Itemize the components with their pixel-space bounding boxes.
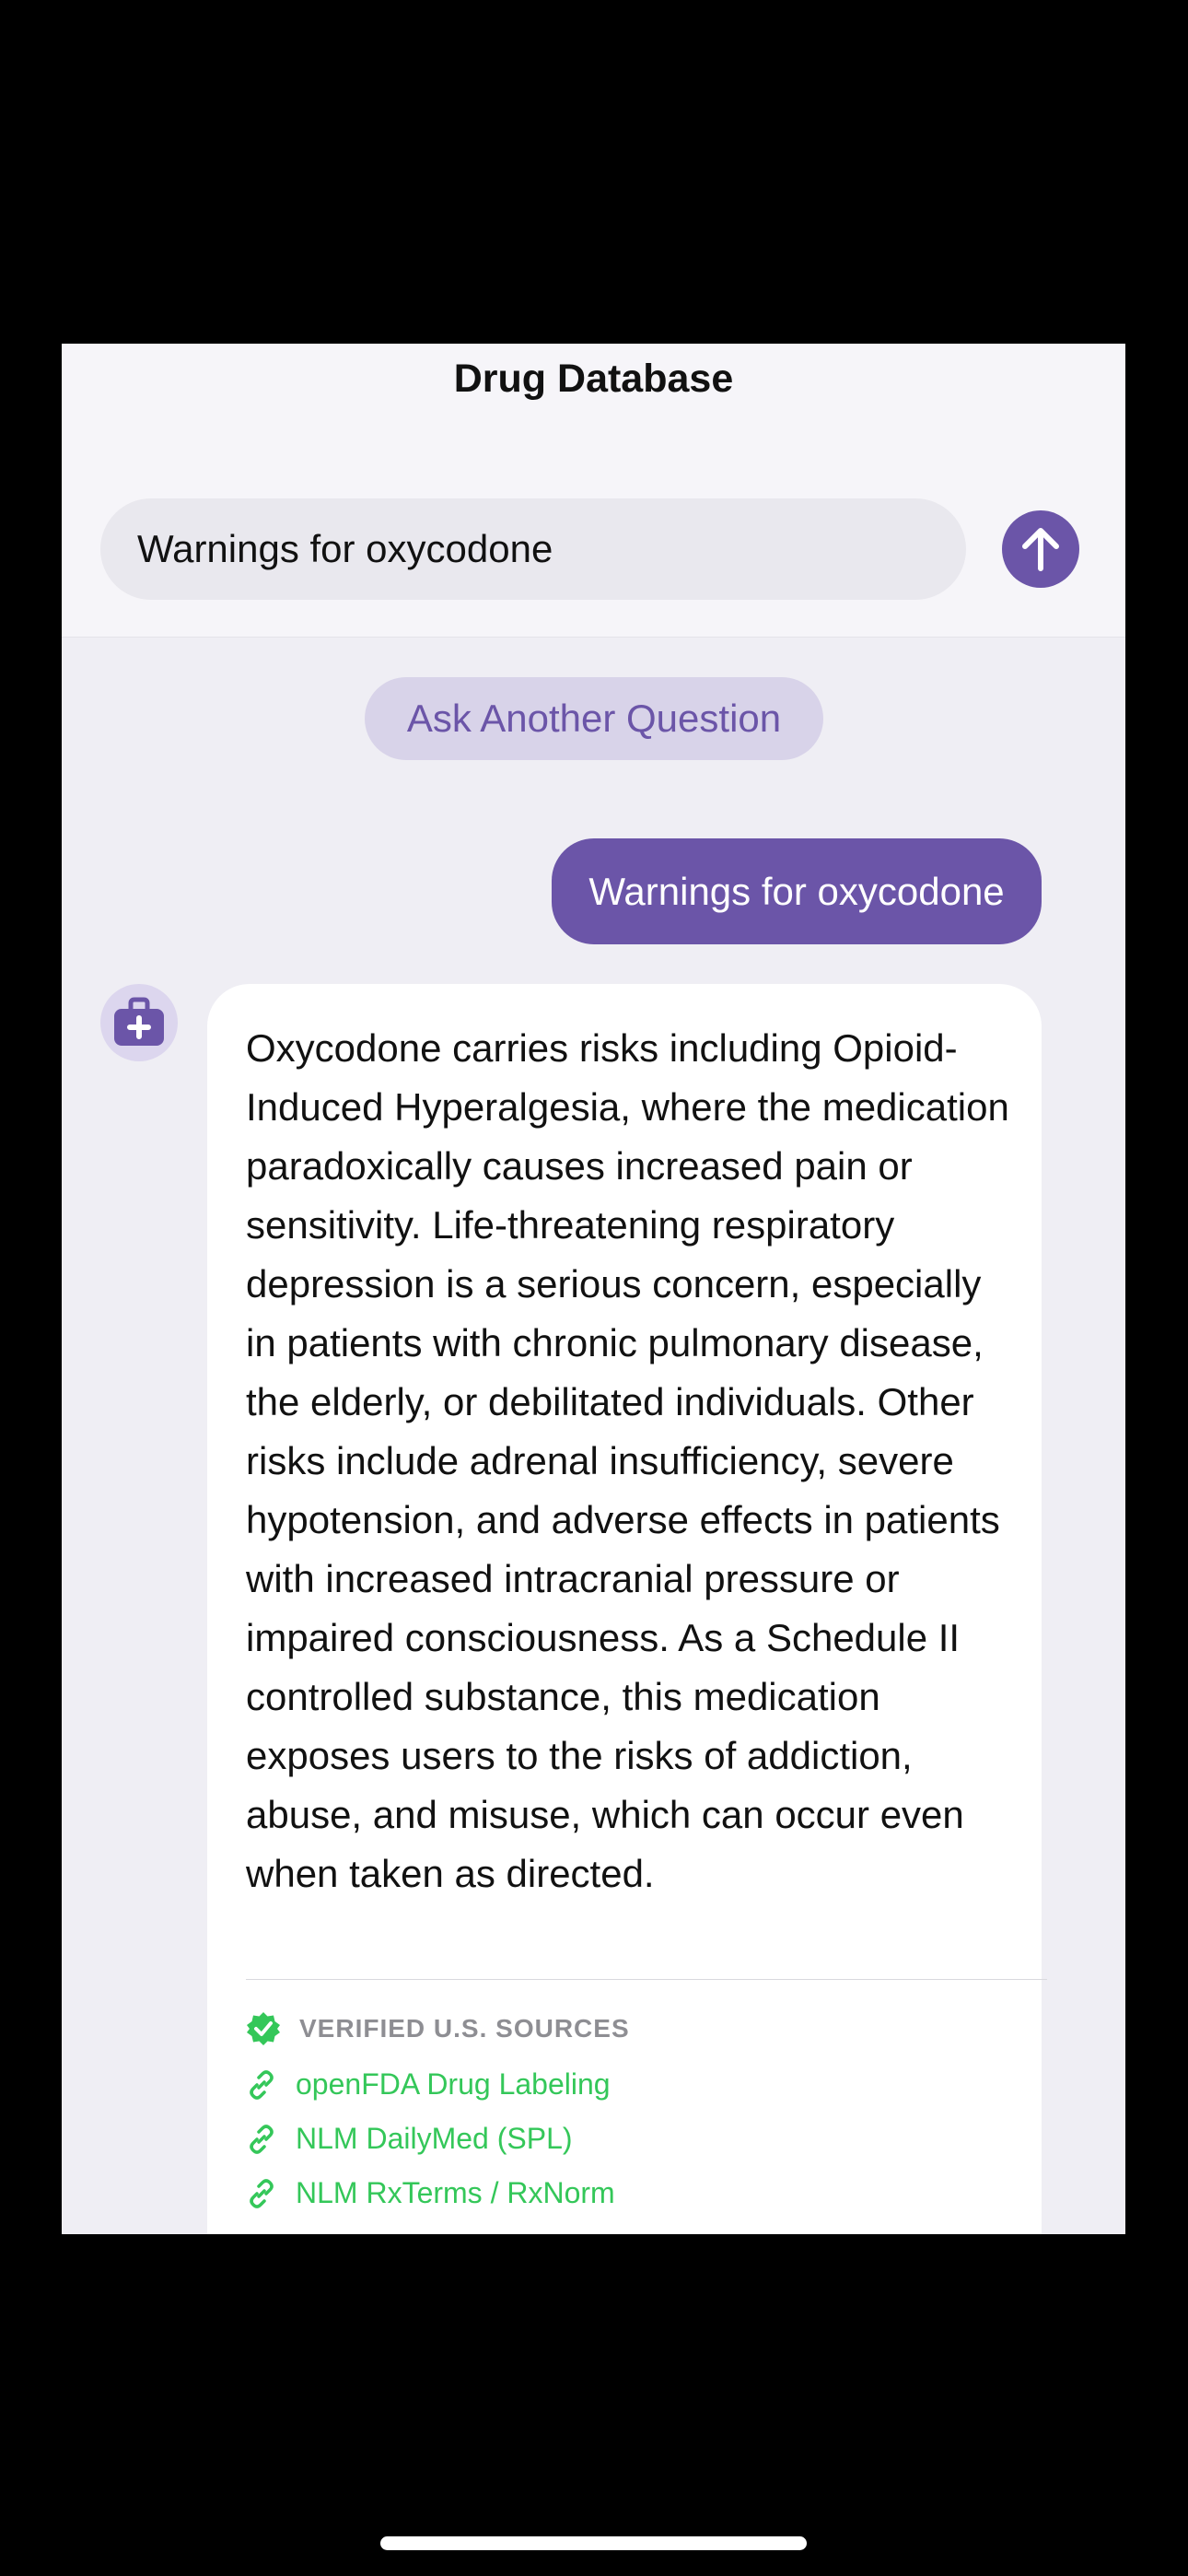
assistant-message-card: Oxycodone carries risks including Opioid… [207,984,1047,2234]
assistant-avatar [100,984,178,1061]
search-field[interactable] [100,498,966,600]
user-message-bubble: Warnings for oxycodone [552,838,1042,944]
source-link-rxterms[interactable]: NLM RxTerms / RxNorm [246,2176,615,2210]
ask-another-question-button[interactable]: Ask Another Question [365,677,823,760]
link-icon [250,2124,274,2154]
divider [246,1979,1047,1980]
verified-sources-header: VERIFIED U.S. SOURCES [246,2011,630,2046]
link-icon [250,2178,274,2208]
send-button[interactable] [1002,510,1079,588]
app-screen: Drug Database Ask Another Question Warni… [62,344,1125,2234]
assistant-message-text: Oxycodone carries risks including Opioid… [246,1026,1009,1895]
verified-check-icon [247,2012,280,2045]
link-icon [250,2069,274,2100]
medical-kit-icon [114,997,164,1046]
source-link-label: NLM RxTerms / RxNorm [296,2176,615,2209]
search-input[interactable] [100,498,966,600]
page-title: Drug Database [453,357,734,401]
source-link-dailymed[interactable]: NLM DailyMed (SPL) [246,2122,573,2156]
verified-sources-label: VERIFIED U.S. SOURCES [299,2014,630,2043]
source-link-openfda[interactable]: openFDA Drug Labeling [246,2067,611,2102]
arrow-up-icon [1022,528,1059,571]
source-link-label: NLM DailyMed (SPL) [296,2122,573,2155]
source-link-label: openFDA Drug Labeling [296,2067,611,2101]
home-indicator[interactable] [380,2536,807,2550]
navigation-bar: Drug Database [62,344,1125,638]
